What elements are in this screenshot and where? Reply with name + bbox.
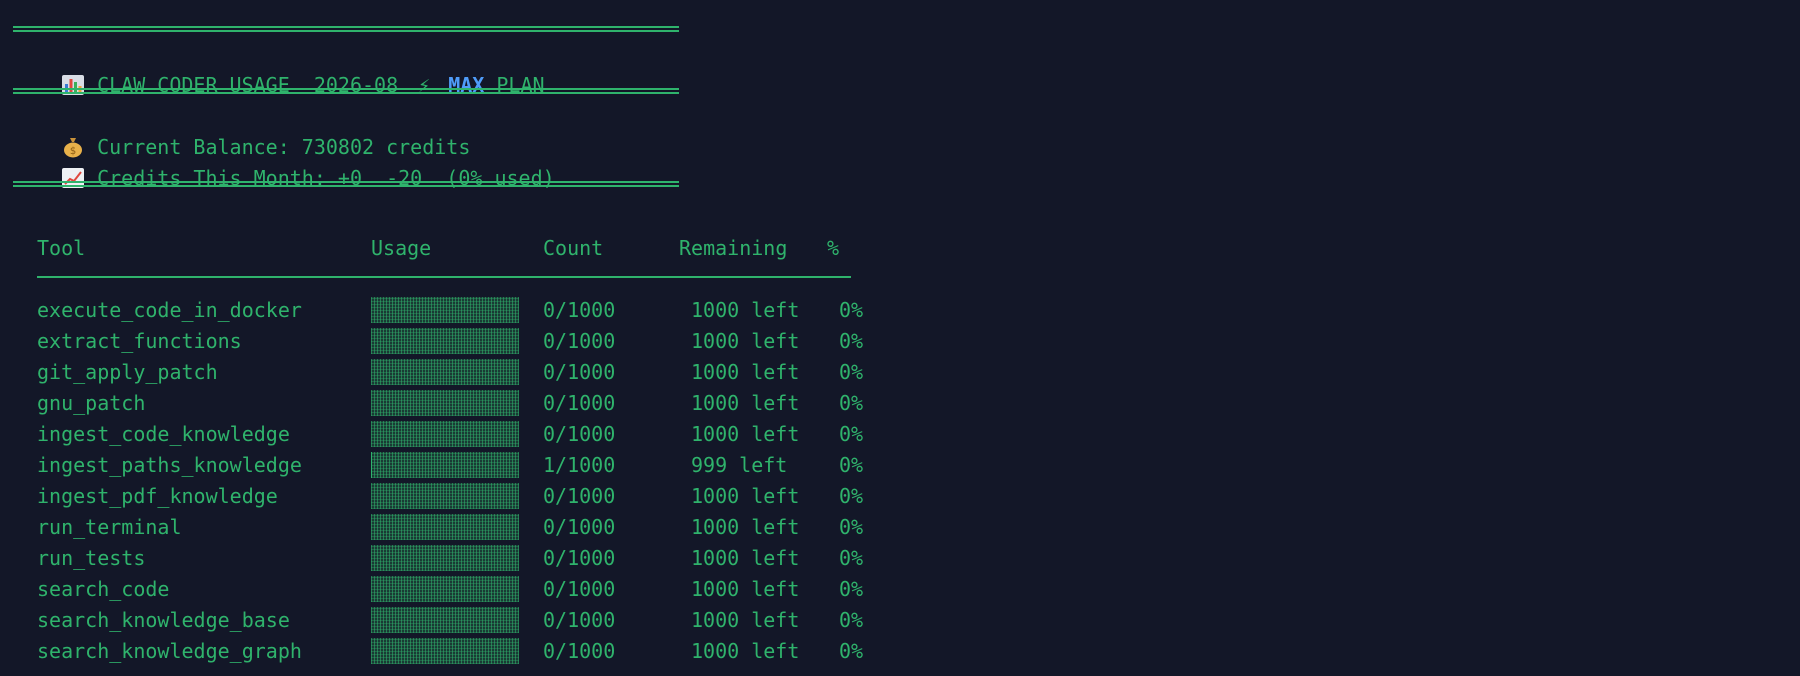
usage-bar xyxy=(371,545,519,571)
usage-count: 0/1000 xyxy=(543,608,616,632)
column-header-tool: Tool xyxy=(37,236,86,260)
usage-count: 0/1000 xyxy=(543,422,616,446)
column-header-usage: Usage xyxy=(371,236,432,260)
usage-count: 0/1000 xyxy=(543,484,616,508)
remaining-count: 1000 left xyxy=(691,608,800,632)
usage-percent: 0% xyxy=(839,422,864,446)
usage-count: 0/1000 xyxy=(543,577,616,601)
header-top-rule xyxy=(13,26,679,32)
tool-name: ingest_code_knowledge xyxy=(37,422,290,446)
usage-count: 0/1000 xyxy=(543,391,616,415)
usage-bar xyxy=(371,359,519,385)
tool-name: search_knowledge_graph xyxy=(37,639,302,663)
usage-bar xyxy=(371,328,519,354)
column-header-remaining: Remaining xyxy=(679,236,788,260)
remaining-count: 1000 left xyxy=(691,484,800,508)
remaining-count: 1000 left xyxy=(691,577,800,601)
usage-bar xyxy=(371,514,519,540)
usage-percent: 0% xyxy=(839,484,864,508)
usage-bar xyxy=(371,576,519,602)
usage-bar xyxy=(371,483,519,509)
tool-name: run_tests xyxy=(37,546,146,570)
usage-bar xyxy=(371,638,519,664)
tool-name: execute_code_in_docker xyxy=(37,298,302,322)
remaining-count: 1000 left xyxy=(691,391,800,415)
remaining-count: 1000 left xyxy=(691,546,800,570)
table-row: search_knowledge_base 0/1000 1000 left 0% xyxy=(0,605,900,636)
tool-name: gnu_patch xyxy=(37,391,146,415)
usage-percent: 0% xyxy=(839,360,864,384)
column-header-count: Count xyxy=(543,236,604,260)
tool-name: extract_functions xyxy=(37,329,242,353)
usage-bar xyxy=(371,390,519,416)
usage-count: 0/1000 xyxy=(543,546,616,570)
tool-name: search_code xyxy=(37,577,170,601)
table-row: ingest_pdf_knowledge 0/1000 1000 left 0% xyxy=(0,481,900,512)
remaining-count: 1000 left xyxy=(691,422,800,446)
table-row: execute_code_in_docker 0/1000 1000 left 0% xyxy=(0,295,900,326)
remaining-count: 1000 left xyxy=(691,329,800,353)
tool-name: git_apply_patch xyxy=(37,360,218,384)
table-row: extract_functions 0/1000 1000 left 0% xyxy=(0,326,900,357)
usage-bar xyxy=(371,421,519,447)
remaining-count: 1000 left xyxy=(691,360,800,384)
table-row: ingest_code_knowledge 0/1000 1000 left 0% xyxy=(0,419,900,450)
usage-percent: 0% xyxy=(839,298,864,322)
usage-bar xyxy=(371,452,519,478)
remaining-count: 1000 left xyxy=(691,298,800,322)
usage-percent: 0% xyxy=(839,577,864,601)
usage-percent: 0% xyxy=(839,391,864,415)
header-mid-rule xyxy=(13,88,679,94)
usage-percent: 0% xyxy=(839,515,864,539)
table-row: ingest_paths_knowledge 1/1000 999 left 0% xyxy=(0,450,900,481)
remaining-count: 1000 left xyxy=(691,515,800,539)
usage-percent: 0% xyxy=(839,639,864,663)
table-header-divider xyxy=(37,276,851,278)
usage-percent: 0% xyxy=(839,453,864,477)
remaining-count: 999 left xyxy=(691,453,788,477)
usage-percent: 0% xyxy=(839,546,864,570)
column-header-percent: % xyxy=(827,236,840,260)
tool-name: search_knowledge_base xyxy=(37,608,290,632)
table-row: git_apply_patch 0/1000 1000 left 0% xyxy=(0,357,900,388)
tool-name: ingest_pdf_knowledge xyxy=(37,484,278,508)
usage-bar xyxy=(371,607,519,633)
table-row: search_code 0/1000 1000 left 0% xyxy=(0,574,900,605)
table-row: run_tests 0/1000 1000 left 0% xyxy=(0,543,900,574)
remaining-count: 1000 left xyxy=(691,639,800,663)
usage-count: 0/1000 xyxy=(543,329,616,353)
usage-count: 0/1000 xyxy=(543,360,616,384)
header-bottom-rule xyxy=(13,181,679,187)
tool-name: ingest_paths_knowledge xyxy=(37,453,302,477)
usage-count: 1/1000 xyxy=(543,453,616,477)
usage-count: 0/1000 xyxy=(543,298,616,322)
usage-percent: 0% xyxy=(839,608,864,632)
usage-percent: 0% xyxy=(839,329,864,353)
table-row: gnu_patch 0/1000 1000 left 0% xyxy=(0,388,900,419)
usage-count: 0/1000 xyxy=(543,639,616,663)
table-row: run_terminal 0/1000 1000 left 0% xyxy=(0,512,900,543)
table-row: search_knowledge_graph 0/1000 1000 left 0% xyxy=(0,636,900,667)
usage-count: 0/1000 xyxy=(543,515,616,539)
tool-name: run_terminal xyxy=(37,515,182,539)
usage-bar xyxy=(371,297,519,323)
